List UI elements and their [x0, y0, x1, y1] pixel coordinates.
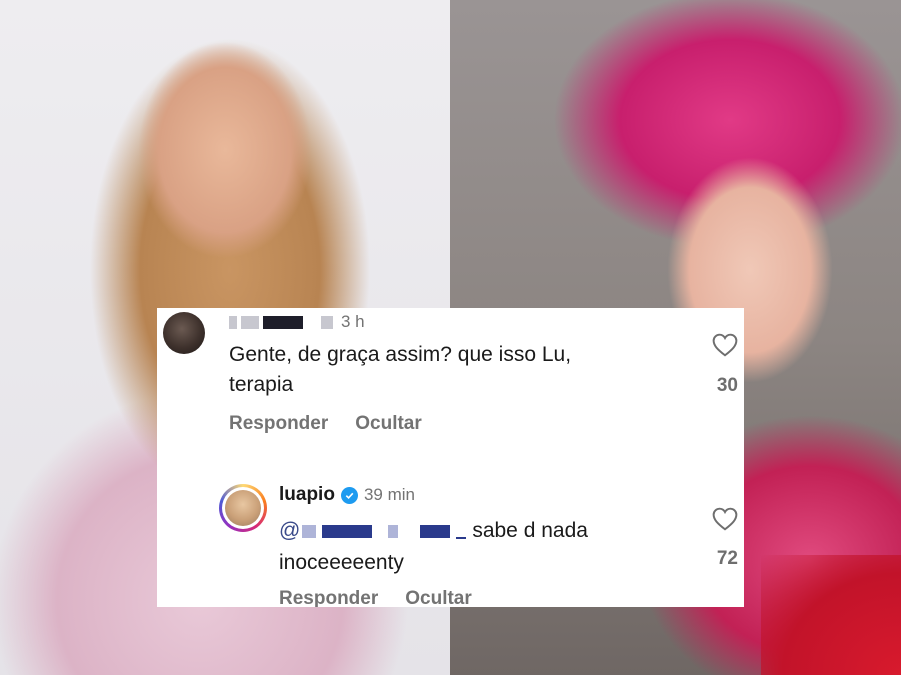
comment-text-line: Gente, de graça assim? que isso Lu, — [229, 343, 572, 366]
redaction-block — [263, 315, 303, 329]
comments-card: 3 h Gente, de graça assim? que isso Lu, … — [157, 308, 744, 607]
reply-button[interactable]: Responder — [229, 413, 328, 435]
mention-redaction — [420, 524, 451, 538]
reply-text: sabe d nada — [472, 519, 588, 542]
redaction-block — [241, 315, 259, 329]
avatar-ring-gap — [222, 487, 264, 529]
reply-actions: Responder Ocultar — [279, 588, 472, 607]
reply-text-line-1: @ sabe d nada — [279, 516, 588, 546]
comment-time: 3 h — [341, 312, 365, 331]
reply-button[interactable]: Responder — [279, 588, 378, 607]
mention-redaction — [322, 524, 373, 538]
redaction-block — [229, 315, 237, 329]
avatar-photo — [225, 490, 261, 526]
reply-header: luapio 39 min — [279, 484, 415, 506]
mention-underscore — [456, 537, 467, 539]
reply-avatar[interactable] — [219, 484, 267, 532]
verified-badge-icon — [340, 486, 358, 504]
mention-at-sign: @ — [279, 519, 301, 542]
like-count: 30 — [716, 375, 738, 396]
mention-redaction — [388, 524, 399, 538]
reply-text-line-2: inoceeeeenty — [279, 551, 404, 574]
commenter-avatar[interactable] — [163, 312, 205, 354]
red-fabric-accent — [761, 555, 901, 675]
like-count: 72 — [716, 548, 738, 569]
redaction-block — [321, 315, 333, 329]
comment-text: Gente, de graça assim? que isso Lu, tera… — [229, 340, 699, 400]
commenter-username-redacted[interactable]: 3 h — [229, 312, 365, 332]
hide-button[interactable]: Ocultar — [355, 413, 422, 435]
reply-time: 39 min — [363, 485, 415, 504]
heart-icon[interactable] — [712, 507, 738, 531]
mention-redaction — [302, 524, 317, 538]
reply-username[interactable]: luapio — [279, 484, 335, 506]
comment-actions: Responder Ocultar — [229, 413, 422, 435]
comment-text-line: terapia — [229, 373, 294, 396]
hide-button[interactable]: Ocultar — [405, 588, 472, 607]
heart-icon[interactable] — [712, 333, 738, 357]
